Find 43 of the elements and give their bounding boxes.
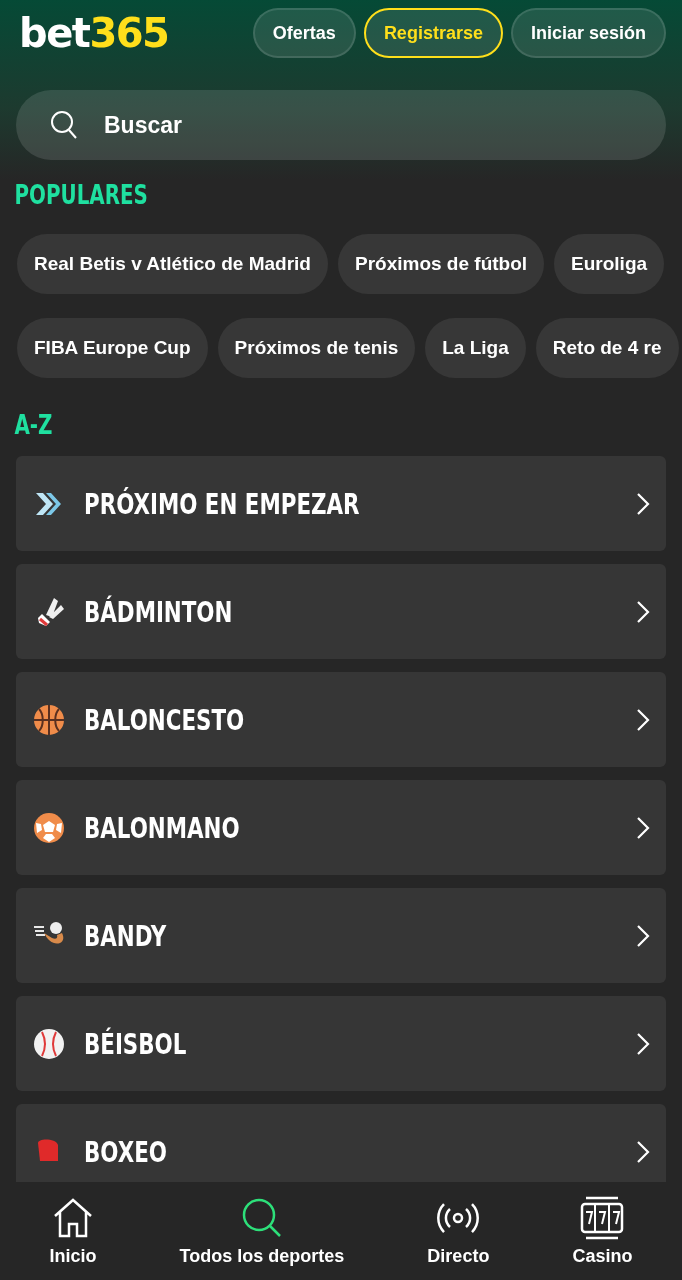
sport-row[interactable]: BALONMANO [16, 780, 666, 875]
section-title: A-Z [13, 410, 54, 440]
search-icon [50, 110, 78, 140]
chevron-right-icon [636, 815, 650, 840]
section-title: POPULARES [13, 180, 149, 210]
sport-row[interactable]: BALONCESTO [16, 672, 666, 767]
nav-tab[interactable]: Casino [572, 1195, 633, 1267]
sport-name: BOXEO [84, 1134, 168, 1169]
header-button[interactable]: Ofertas [252, 8, 356, 58]
popular-chip[interactable]: FIBA Europe Cup [17, 318, 208, 378]
handball-icon [32, 810, 66, 845]
popular-chip[interactable]: Próximos de fútbol [338, 234, 545, 294]
sport-name: BALONMANO [84, 810, 241, 845]
sport-row[interactable]: BÉISBOL [16, 996, 666, 1091]
popular-chip[interactable]: Real Betis v Atlético de Madrid [17, 234, 328, 294]
brand-logo[interactable]: bet365 [16, 10, 169, 56]
popular-chip[interactable]: Euroliga [554, 234, 665, 294]
popular-chip[interactable]: Reto de 4 re [535, 318, 679, 378]
slot-machine-icon [580, 1195, 625, 1240]
sport-name: BANDY [84, 918, 168, 953]
nav-tab[interactable]: Inicio [49, 1195, 97, 1267]
popular-chip[interactable]: La Liga [425, 318, 526, 378]
chevron-right-icon [636, 1139, 650, 1164]
sport-row[interactable]: BANDY [16, 888, 666, 983]
chevron-right-icon [636, 707, 650, 732]
basketball-icon [32, 702, 66, 737]
sport-name: BÉISBOL [84, 1026, 188, 1061]
chevron-right-icon [636, 599, 650, 624]
chevron-right-icon [636, 923, 650, 948]
header-button[interactable]: Iniciar sesión [510, 8, 666, 58]
nav-tab[interactable]: Directo [427, 1195, 490, 1267]
register-button[interactable]: Registrarse [363, 8, 503, 58]
sport-row[interactable]: PRÓXIMO EN EMPEZAR [16, 456, 666, 551]
sport-name: BÁDMINTON [84, 594, 234, 629]
sport-name: PRÓXIMO EN EMPEZAR [84, 486, 361, 521]
popular-chip[interactable]: Próximos de tenis [217, 318, 416, 378]
sport-row[interactable]: BÁDMINTON [16, 564, 666, 659]
chevron-right-icon [636, 1031, 650, 1056]
nav-tab[interactable]: Todos los deportes [179, 1195, 345, 1267]
sport-row[interactable]: BOXEO [16, 1104, 666, 1182]
sport-name: BALONCESTO [84, 702, 246, 737]
baseball-icon [32, 1026, 66, 1061]
chevron-right-icon [636, 491, 650, 516]
